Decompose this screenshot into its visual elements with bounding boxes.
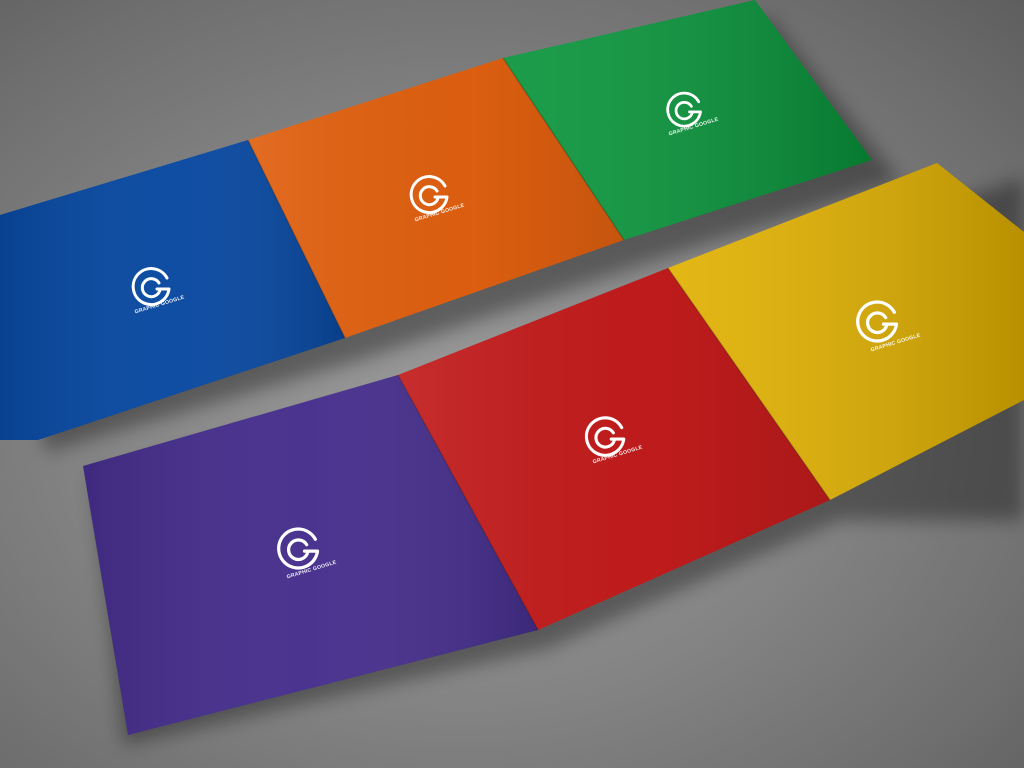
mockup-scene: GRAPHIC GOOGLE GRAPHIC GOOGLE GRAPHIC GO… (0, 0, 1024, 768)
brochure-mockup: GRAPHIC GOOGLE GRAPHIC GOOGLE GRAPHIC GO… (0, 0, 1024, 745)
